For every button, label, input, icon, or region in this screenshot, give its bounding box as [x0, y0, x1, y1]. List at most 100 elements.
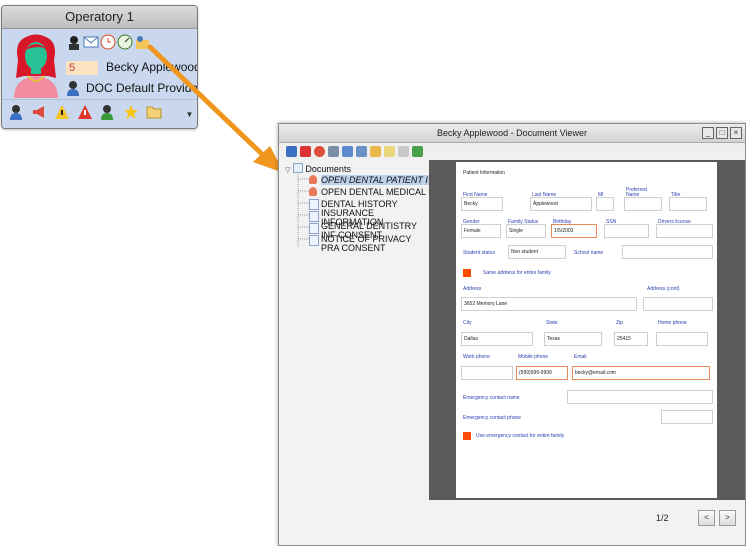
next-page-button[interactable]: >: [719, 510, 736, 526]
tree-item[interactable]: DENTAL HISTORY: [321, 199, 431, 209]
email-label: Email: [574, 354, 587, 360]
school-name-label: School name: [574, 250, 604, 256]
scroll-down-button[interactable]: ▼: [185, 110, 194, 120]
tree-item[interactable]: OPEN DENTAL PATIENT I: [321, 175, 431, 185]
mi-field[interactable]: [596, 197, 614, 211]
document-icon: [309, 235, 319, 246]
person-doc-icon: [309, 175, 317, 184]
mail-icon[interactable]: [83, 34, 99, 50]
document-tree: ▽ Documents OPEN DENTAL PATIENT I OPEN D…: [283, 160, 431, 500]
first-name-field[interactable]: Becky: [461, 197, 503, 211]
page-indicator: 1/2: [656, 513, 669, 523]
document-icon: [309, 223, 319, 234]
minimize-button[interactable]: _: [702, 127, 714, 139]
operatory-card[interactable]: Operatory 1 5 Becky Applewood DOC Defaul…: [1, 5, 198, 129]
person-doc-icon: [309, 187, 317, 196]
tree-item[interactable]: NOTICE OF PRIVACY PRA CONSENT: [321, 235, 431, 256]
provider-name[interactable]: DOC Default Provider: [86, 81, 197, 95]
email-icon[interactable]: [356, 145, 367, 157]
window-controls: _ □ ×: [702, 127, 742, 139]
edit-icon[interactable]: [370, 145, 381, 157]
last-name-field[interactable]: Applewood: [530, 197, 592, 211]
tree-root-label: Documents: [305, 164, 351, 174]
window-title: Becky Applewood - Document Viewer: [279, 124, 745, 143]
emergency-name-field[interactable]: [567, 390, 713, 404]
document-icon: [309, 199, 319, 210]
viewer-toolbar: [279, 143, 745, 159]
work-phone-field[interactable]: [461, 366, 513, 380]
tree-item[interactable]: OPEN DENTAL MEDICAL I: [321, 187, 431, 197]
address-cont-label: Address (cont): [647, 286, 680, 292]
mobile-phone-label: Mobile phone: [518, 354, 549, 360]
operatory-body: 5 Becky Applewood DOC Default Provider: [2, 29, 197, 99]
home-phone-field[interactable]: [656, 332, 708, 346]
patient-avatar-icon: [14, 34, 58, 98]
same-address-checkbox[interactable]: [463, 269, 471, 277]
student-status-label: Student status: [463, 250, 495, 256]
close-button[interactable]: ×: [730, 127, 742, 139]
prev-page-button[interactable]: <: [698, 510, 715, 526]
drivers-license-field[interactable]: [656, 224, 713, 238]
emergency-phone-label: Emergency contact phone: [463, 415, 522, 421]
preferred-name-field[interactable]: [624, 197, 662, 211]
incognito-icon[interactable]: [66, 34, 82, 50]
ssn-field[interactable]: [604, 224, 649, 238]
appointment-number: 5: [66, 61, 98, 75]
star-icon[interactable]: [123, 104, 139, 120]
document-viewer-window[interactable]: Becky Applewood - Document Viewer _ □ × …: [278, 123, 746, 546]
address-label: Address: [463, 286, 482, 292]
zip-field[interactable]: 25415: [614, 332, 648, 346]
print-icon[interactable]: [328, 145, 339, 157]
megaphone-icon[interactable]: [31, 104, 47, 120]
emergency-phone-field[interactable]: [661, 410, 713, 424]
documents-folder-icon: [292, 163, 303, 173]
state-field[interactable]: Texas: [544, 332, 602, 346]
person-chart-icon[interactable]: [134, 34, 150, 50]
gender-field[interactable]: Female: [461, 224, 501, 238]
export-icon[interactable]: [412, 145, 423, 157]
email-field[interactable]: becky@email.com: [572, 366, 710, 380]
section-title: Patient Information: [463, 170, 505, 176]
pdf-icon[interactable]: [300, 145, 311, 157]
clock-icon[interactable]: [100, 34, 116, 50]
patient-name[interactable]: Becky Applewood: [106, 60, 197, 74]
document-page: Patient Information First Name Becky Las…: [456, 162, 717, 498]
student-status-field[interactable]: Non student: [508, 245, 566, 259]
person-arrow-icon[interactable]: [100, 104, 116, 120]
provider-icon: [67, 81, 79, 96]
delete-icon[interactable]: [314, 145, 325, 157]
city-field[interactable]: Dallas: [461, 332, 533, 346]
home-phone-label: Home phone: [658, 320, 687, 326]
folder-icon[interactable]: [146, 104, 162, 120]
emergency-name-label: Emergency contact name: [463, 395, 520, 401]
operatory-footer: ▼: [2, 99, 197, 128]
use-emergency-checkbox[interactable]: [463, 432, 471, 440]
family-status-field[interactable]: Single: [506, 224, 546, 238]
state-label: State: [546, 320, 558, 326]
same-address-label: Same address for entire family: [483, 270, 551, 276]
address-field[interactable]: 3652 Memory Lane: [461, 297, 637, 311]
title-field[interactable]: [669, 197, 707, 211]
school-name-field[interactable]: [622, 245, 713, 259]
birthday-field[interactable]: 1/5/2003: [551, 224, 597, 238]
person-icon[interactable]: [8, 104, 24, 120]
document-icon: [309, 211, 319, 222]
zip-label: Zip: [616, 320, 623, 326]
use-emergency-label: Use emergency contact for entire family: [476, 433, 565, 439]
alert-icon[interactable]: [77, 104, 93, 120]
arrow-icon[interactable]: [398, 145, 409, 157]
maximize-button[interactable]: □: [716, 127, 728, 139]
patient-status-icons: [66, 34, 150, 50]
copy-icon[interactable]: [342, 145, 353, 157]
work-phone-label: Work phone: [463, 354, 490, 360]
city-label: City: [463, 320, 472, 326]
note-icon[interactable]: [384, 145, 395, 157]
warning-icon[interactable]: [54, 104, 70, 120]
gauge-icon[interactable]: [117, 34, 133, 50]
mobile-phone-field[interactable]: (999)999-9999: [516, 366, 568, 380]
operatory-title: Operatory 1: [2, 6, 197, 29]
tree-expand-icon[interactable]: ▽: [285, 167, 290, 174]
tree-root[interactable]: ▽ Documents: [285, 163, 351, 174]
save-icon[interactable]: [286, 145, 297, 157]
address-cont-field[interactable]: [643, 297, 713, 311]
